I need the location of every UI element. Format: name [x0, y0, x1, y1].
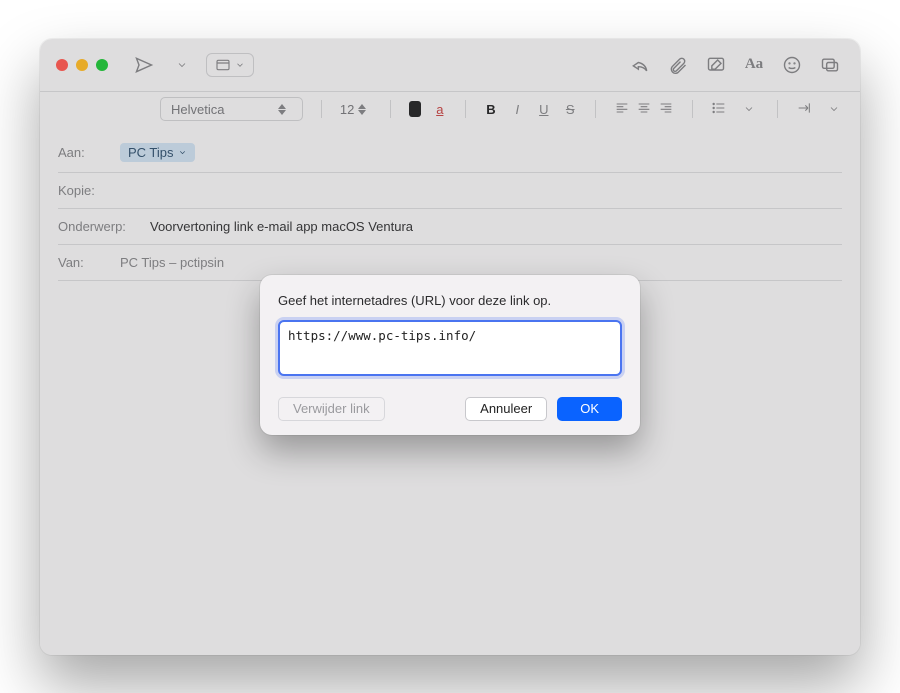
recipient-name: PC Tips — [128, 145, 174, 160]
strike-button[interactable]: S — [563, 102, 577, 117]
message-headers: Aan: PC Tips Kopie: Onderwerp: Voorverto… — [40, 127, 860, 281]
alignment-group — [614, 100, 674, 119]
underline-button[interactable]: U — [537, 102, 551, 117]
align-center-icon[interactable] — [636, 100, 652, 119]
dialog-title: Geef het internetadres (URL) voor deze l… — [278, 293, 622, 308]
text-color-swatch[interactable] — [409, 101, 421, 117]
from-label: Van: — [58, 255, 110, 270]
align-left-icon[interactable] — [614, 100, 630, 119]
separator — [465, 100, 466, 118]
subject-row[interactable]: Onderwerp: Voorvertoning link e-mail app… — [58, 209, 842, 245]
format-text-icon[interactable]: Aa — [740, 51, 768, 79]
from-value: PC Tips – pctipsin — [120, 255, 224, 270]
minimize-window-icon[interactable] — [76, 59, 88, 71]
separator — [595, 100, 596, 118]
cc-row[interactable]: Kopie: — [58, 173, 842, 209]
italic-button[interactable]: I — [510, 102, 524, 117]
align-right-icon[interactable] — [658, 100, 674, 119]
remove-link-button[interactable]: Verwijder link — [278, 397, 385, 421]
separator — [777, 100, 778, 118]
zoom-window-icon[interactable] — [96, 59, 108, 71]
list-dropdown-icon[interactable] — [739, 95, 759, 123]
text-color-letter[interactable]: a — [433, 102, 447, 117]
list-icon[interactable] — [711, 100, 727, 119]
subject-value: Voorvertoning link e-mail app macOS Vent… — [150, 219, 413, 234]
separator — [390, 100, 391, 118]
close-window-icon[interactable] — [56, 59, 68, 71]
add-link-dialog: Geef het internetadres (URL) voor deze l… — [260, 275, 640, 435]
indent-dropdown-icon[interactable] — [824, 95, 844, 123]
cc-label: Kopie: — [58, 183, 110, 198]
ok-button[interactable]: OK — [557, 397, 622, 421]
titlebar: Aa — [40, 39, 860, 91]
indent-icon[interactable] — [796, 100, 812, 119]
attachment-icon[interactable] — [664, 51, 692, 79]
cancel-button[interactable]: Annuleer — [465, 397, 547, 421]
mail-compose-window: Aa Helvetica 12 a B I U — [40, 39, 860, 655]
separator — [321, 100, 322, 118]
font-family-value: Helvetica — [171, 102, 224, 117]
font-family-select[interactable]: Helvetica — [160, 97, 303, 121]
photo-browser-icon[interactable] — [816, 51, 844, 79]
header-fields-toggle[interactable] — [206, 53, 254, 77]
to-label: Aan: — [58, 145, 110, 160]
bold-button[interactable]: B — [484, 102, 498, 117]
subject-label: Onderwerp: — [58, 219, 140, 234]
send-icon[interactable] — [130, 51, 158, 79]
recipient-token[interactable]: PC Tips — [120, 143, 195, 162]
emoji-icon[interactable] — [778, 51, 806, 79]
markup-icon[interactable] — [702, 51, 730, 79]
font-size-value: 12 — [340, 102, 354, 117]
window-controls — [56, 59, 108, 71]
format-bar: Helvetica 12 a B I U S — [40, 91, 860, 127]
font-size-stepper[interactable]: 12 — [340, 98, 372, 120]
send-dropdown-icon[interactable] — [168, 51, 196, 79]
to-row[interactable]: Aan: PC Tips — [58, 133, 842, 173]
separator — [692, 100, 693, 118]
reply-icon[interactable] — [626, 51, 654, 79]
url-input[interactable] — [278, 320, 622, 376]
